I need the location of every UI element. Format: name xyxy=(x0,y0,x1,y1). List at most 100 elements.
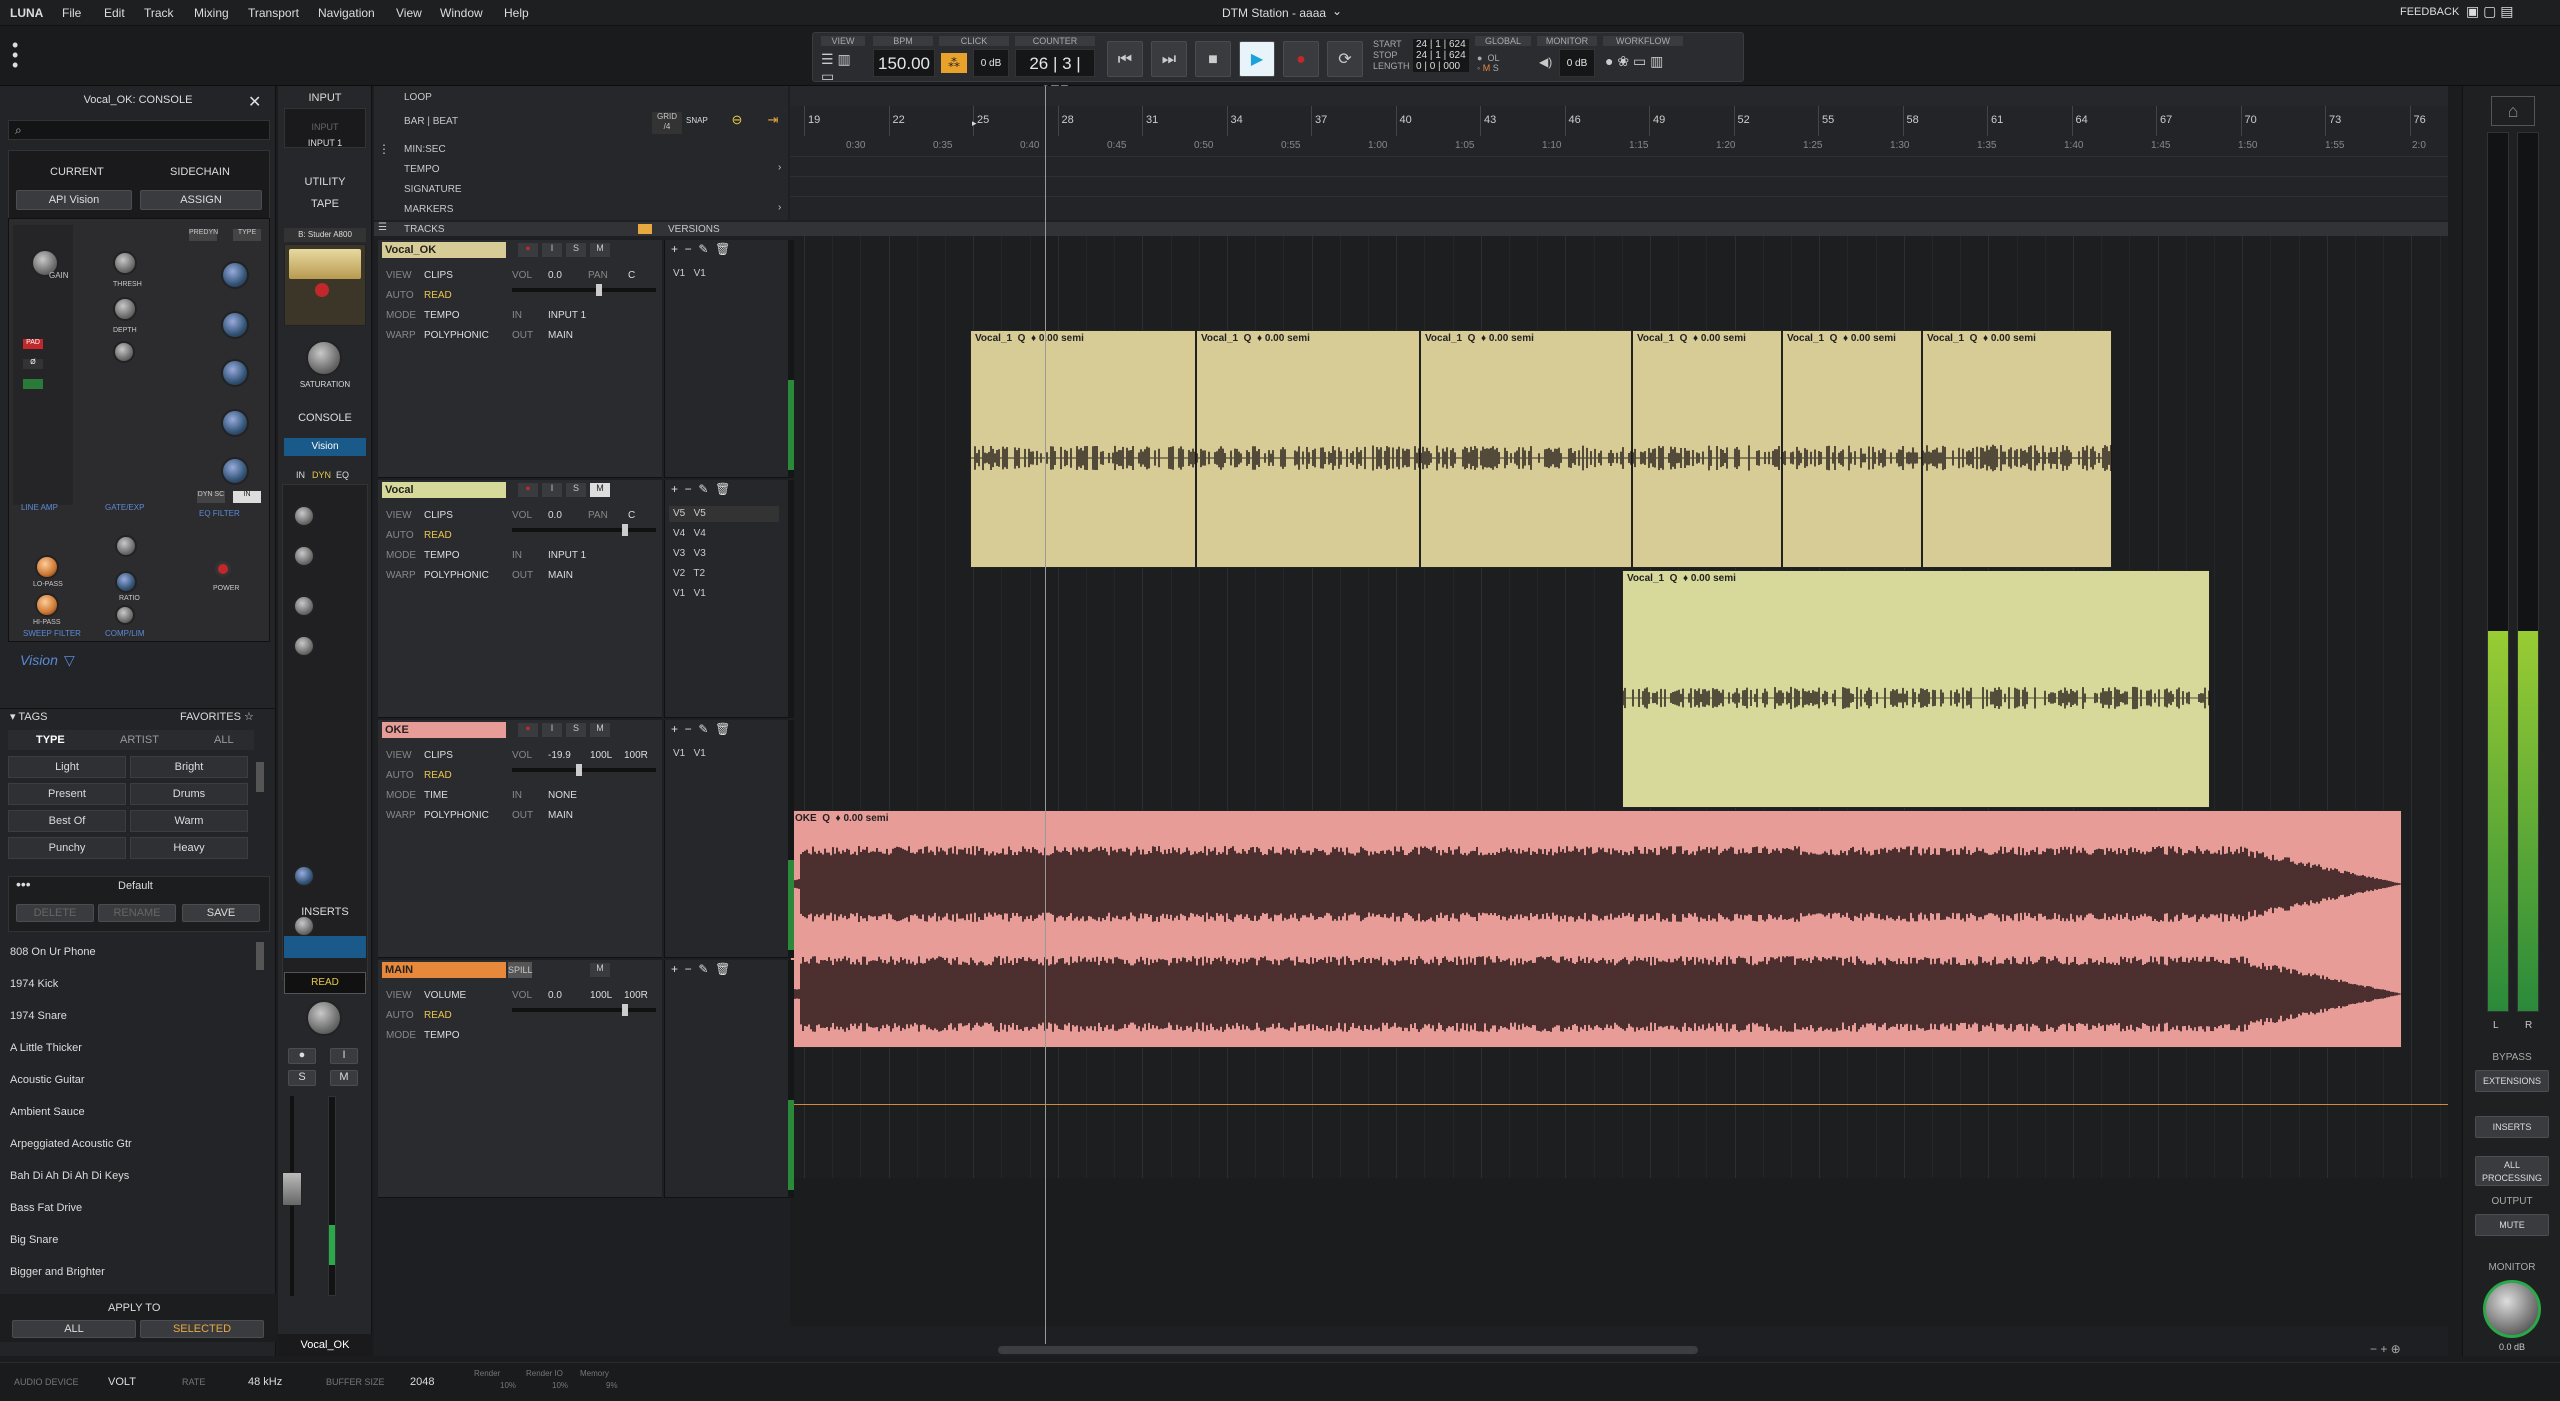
eq-in-button[interactable]: IN xyxy=(233,491,261,503)
clip-header[interactable]: Vocal_1 Q ♦ 0.00 semi xyxy=(1197,331,1419,346)
menu-mixing[interactable]: Mixing xyxy=(194,6,229,20)
tag-present[interactable]: Present xyxy=(8,783,126,805)
folder-icon[interactable] xyxy=(638,224,652,234)
time-ruler[interactable]: 0:30 0:35 0:40 0:45 0:50 0:55 1:00 1:05 1:10 1:15… xyxy=(790,136,2448,156)
signature-lane[interactable] xyxy=(790,176,2448,196)
auto-value[interactable]: READ xyxy=(424,290,452,301)
comp-thresh-knob[interactable] xyxy=(115,535,137,557)
pan-right-value[interactable]: 100R xyxy=(624,990,648,1001)
search-input[interactable]: ⌕ xyxy=(8,120,270,140)
tempo-lane[interactable] xyxy=(790,156,2448,176)
console-plugin[interactable]: Vision xyxy=(284,438,366,456)
list-item[interactable]: Bah Di Ah Di Ah Di Keys xyxy=(10,1170,129,1182)
mini-comp-knob[interactable] xyxy=(293,865,315,887)
mini-thresh-knob[interactable] xyxy=(293,505,315,527)
audio-clip[interactable]: Vocal_1 Q ♦ 0.00 semi xyxy=(1622,570,2210,808)
eq-hmf-knob[interactable] xyxy=(221,311,249,339)
record-arm-button[interactable]: ● xyxy=(518,483,538,497)
clip-header[interactable]: Vocal_1 Q ♦ 0.00 semi xyxy=(971,331,1195,346)
automation-mode[interactable]: READ xyxy=(284,972,366,994)
volume-slider[interactable] xyxy=(512,524,656,536)
rewind-button[interactable]: ⏮ xyxy=(1107,41,1143,77)
track-toolbar-icons[interactable]: + − ✎ 🗑 xyxy=(671,722,730,736)
out-value[interactable]: MAIN xyxy=(548,330,573,341)
monitor-level[interactable]: 0 dB xyxy=(1559,49,1595,77)
menu-track[interactable]: Track xyxy=(144,6,174,20)
clip-header[interactable]: Vocal_1 Q ♦ 0.00 semi xyxy=(1623,571,2209,586)
loop-label[interactable]: LOOP xyxy=(404,92,432,103)
pan-value[interactable]: C xyxy=(628,510,635,521)
playhead[interactable] xyxy=(1045,86,1046,1344)
version-item[interactable]: V1 V1 xyxy=(669,586,779,602)
empty-area[interactable] xyxy=(790,1178,2448,1326)
track-header[interactable]: Vocal_OK ● I S M VIEW CLIPS AUTO READ MODE TEMPO WA… xyxy=(378,240,662,478)
horizontal-scrollbar[interactable] xyxy=(998,1346,1698,1354)
clip-header[interactable]: OKE Q ♦ 0.00 semi xyxy=(791,811,2401,826)
list-item[interactable]: Arpeggiated Acoustic Gtr xyxy=(10,1138,132,1150)
vol-value[interactable]: 0.0 xyxy=(548,510,562,521)
track-name[interactable]: Vocal_OK xyxy=(382,242,506,258)
tag-best-of[interactable]: Best Of xyxy=(8,810,126,832)
list-item[interactable]: 1974 Kick xyxy=(10,978,58,990)
track-toolbar-icons[interactable]: + − ✎ 🗑 xyxy=(671,962,730,976)
assign-button[interactable]: ASSIGN xyxy=(140,190,262,210)
pan-left-value[interactable]: 100L xyxy=(590,990,612,1001)
view-value[interactable]: VOLUME xyxy=(424,990,466,1001)
mute-button[interactable]: M xyxy=(590,243,610,257)
mute-button[interactable]: M xyxy=(590,483,610,497)
menu-transport[interactable]: Transport xyxy=(248,6,299,20)
mode-value[interactable]: TEMPO xyxy=(424,310,460,321)
apply-selected-button[interactable]: SELECTED xyxy=(140,1320,264,1338)
audio-clip[interactable]: Vocal_1 Q ♦ 0.00 semi xyxy=(1420,330,1632,568)
track-lanes[interactable]: Vocal_1 Q ♦ 0.00 semi Vocal_1 Q ♦ 0.00 se… xyxy=(790,236,2469,1262)
mode-value[interactable]: TIME xyxy=(424,790,448,801)
volume-fader[interactable] xyxy=(282,1172,302,1206)
clip-header[interactable]: Vocal_1 Q ♦ 0.00 semi xyxy=(1923,331,2111,346)
view-value[interactable]: CLIPS xyxy=(424,510,453,521)
inserts-button[interactable]: INSERTS xyxy=(2475,1116,2549,1138)
view-value[interactable]: CLIPS xyxy=(424,270,453,281)
track-header[interactable]: OKE ● I S M VIEW CLIPS AUTO READ MODE TIME WARP POLY… xyxy=(378,720,662,958)
volume-slider[interactable] xyxy=(512,764,656,776)
stop-button[interactable]: ■ xyxy=(1195,41,1231,77)
vol-value[interactable]: -19.9 xyxy=(548,750,571,761)
tags-header[interactable]: ▾ TAGS xyxy=(10,710,48,723)
tag-bright[interactable]: Bright xyxy=(130,756,248,778)
loop-bar[interactable] xyxy=(790,86,2448,106)
pan-value[interactable]: C xyxy=(628,270,635,281)
eq-low-knob[interactable] xyxy=(221,457,249,485)
bar-ruler[interactable]: 19 22 25 28 31 34 37 40 43 46 49 52 55 58 61 64 67 70 73 76 xyxy=(790,106,2448,136)
audio-clip[interactable]: Vocal_1 Q ♦ 0.00 semi xyxy=(1632,330,1782,568)
volume-slider[interactable] xyxy=(512,284,656,296)
feedback-button[interactable]: FEEDBACK xyxy=(2400,6,2459,18)
mute-button[interactable]: M xyxy=(330,1070,358,1086)
solo-button[interactable]: S xyxy=(566,723,586,737)
sidechain-tab[interactable]: SIDECHAIN xyxy=(170,166,230,178)
list-item[interactable]: 1974 Snare xyxy=(10,1010,67,1022)
chevron-right-icon[interactable]: › xyxy=(778,162,781,173)
tag-light[interactable]: Light xyxy=(8,756,126,778)
audio-clip[interactable]: Vocal_1 Q ♦ 0.00 semi xyxy=(1196,330,1420,568)
tape-model[interactable]: B: Studer A800 xyxy=(284,228,366,242)
favorites-tab[interactable]: FAVORITES ☆ xyxy=(180,710,254,723)
auto-value[interactable]: READ xyxy=(424,770,452,781)
menu-window[interactable]: Window xyxy=(440,6,483,20)
tag-heavy[interactable]: Heavy xyxy=(130,837,248,859)
version-item[interactable]: V1 V1 xyxy=(669,266,779,282)
bar-beat-label[interactable]: BAR | BEAT xyxy=(404,116,458,127)
apply-all-button[interactable]: ALL xyxy=(12,1320,136,1338)
type-button[interactable]: TYPE xyxy=(233,229,261,241)
current-tab[interactable]: CURRENT xyxy=(50,166,104,178)
bpm-value[interactable]: 150.00 xyxy=(873,49,935,77)
clip-header[interactable]: Vocal_1 Q ♦ 0.00 semi xyxy=(1633,331,1781,346)
in-value[interactable]: NONE xyxy=(548,790,577,801)
all-tab[interactable]: ALL xyxy=(214,734,234,746)
tag-warm[interactable]: Warm xyxy=(130,810,248,832)
out-value[interactable]: MAIN xyxy=(548,810,573,821)
list-item[interactable]: Bass Fat Drive xyxy=(10,1202,82,1214)
comp-release-knob[interactable] xyxy=(115,605,135,625)
mode-value[interactable]: TEMPO xyxy=(424,1030,460,1041)
app-menu[interactable]: LUNA xyxy=(10,6,43,20)
list-item[interactable]: Acoustic Guitar xyxy=(10,1074,85,1086)
global-indicators[interactable]: ● OL ◦ M S xyxy=(1477,53,1499,73)
